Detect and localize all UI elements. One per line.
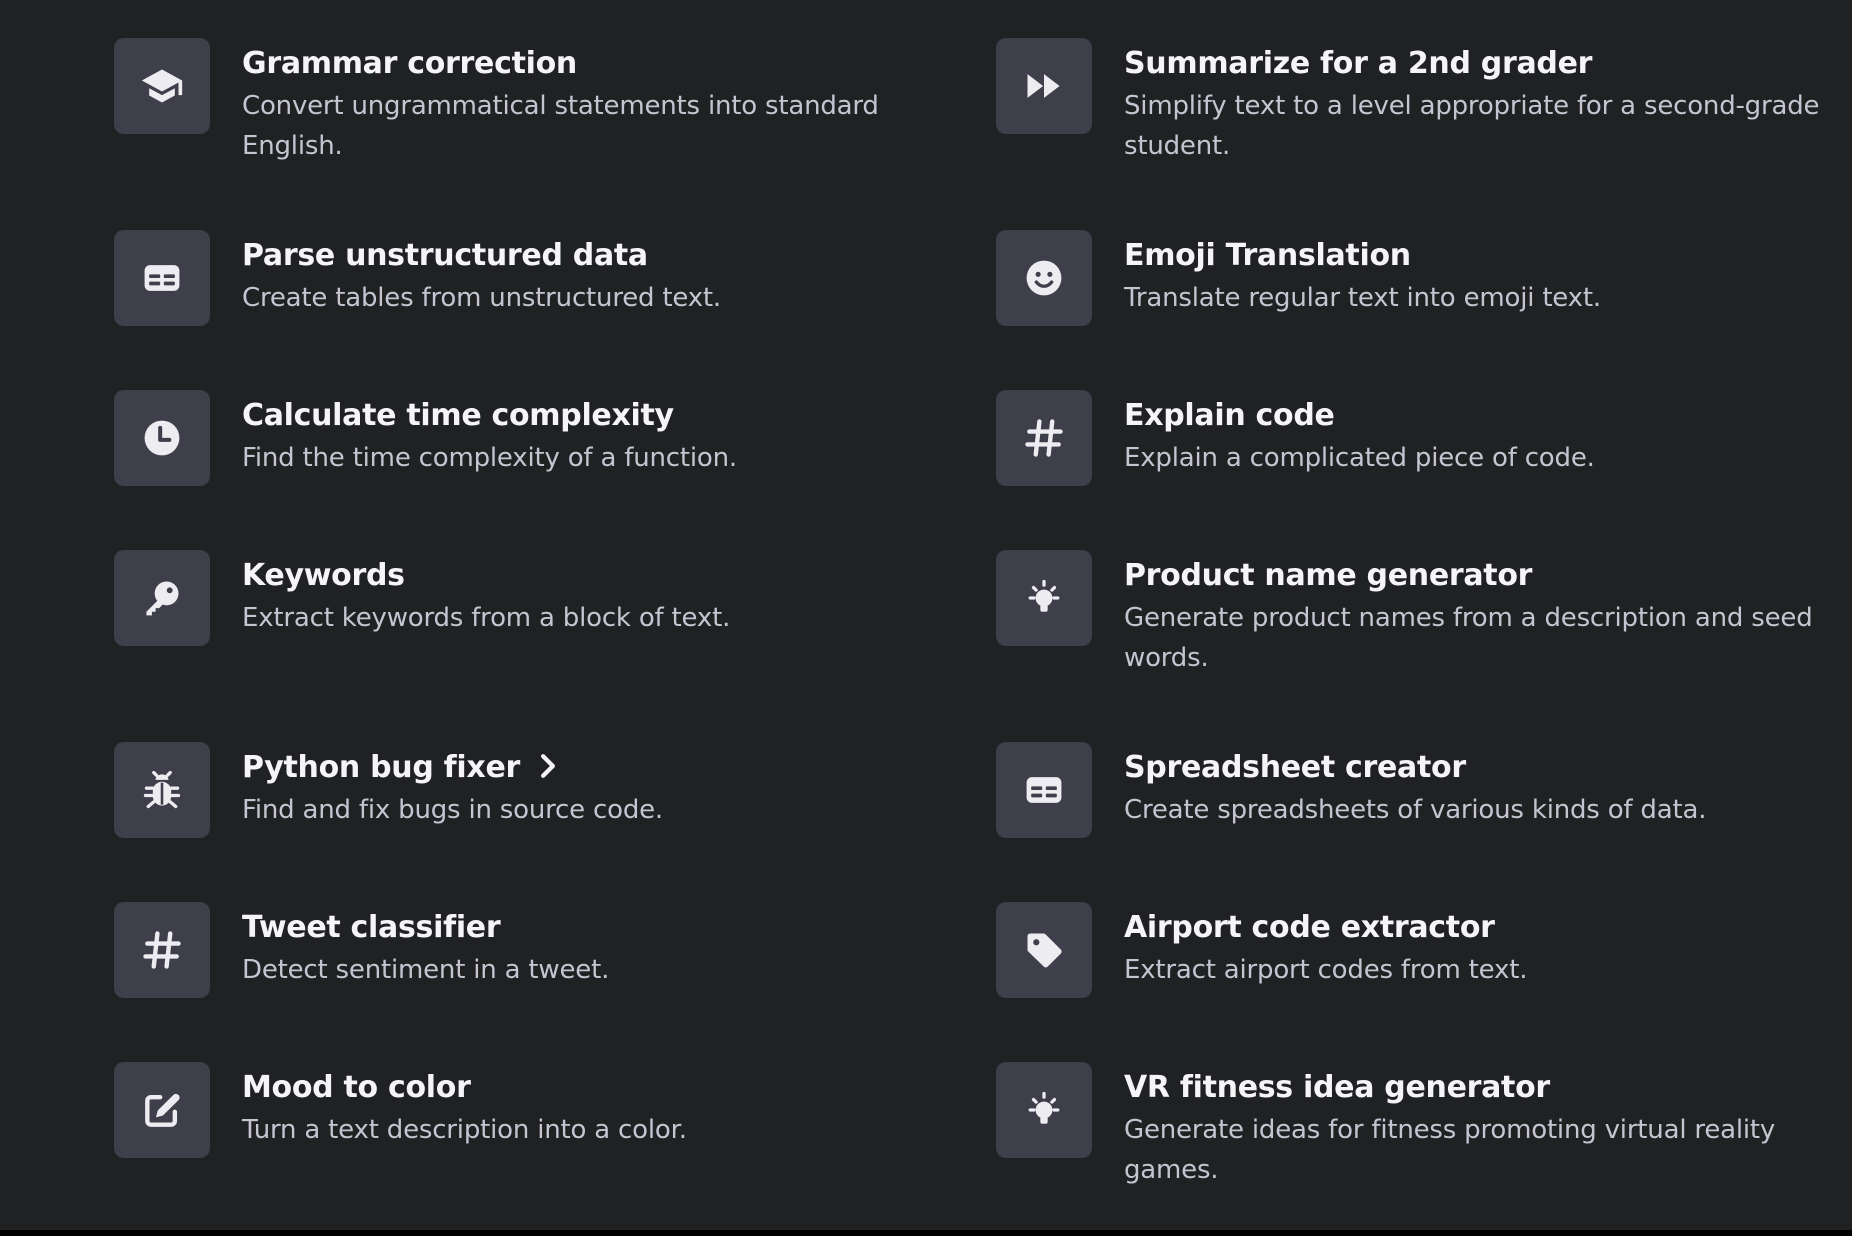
bug-icon — [140, 768, 184, 812]
example-mood-to-color[interactable]: Mood to color Turn a text description in… — [114, 1062, 874, 1162]
example-icon-tile — [996, 742, 1092, 838]
example-title-text: Python bug fixer — [242, 750, 520, 785]
lightbulb-icon — [1022, 1088, 1066, 1132]
table-icon — [1022, 768, 1066, 812]
example-title: Tweet classifier — [242, 910, 501, 945]
hashtag-icon — [1022, 416, 1066, 460]
example-title: Keywords — [242, 558, 405, 593]
example-icon-tile — [996, 550, 1092, 646]
example-parse-unstructured-data[interactable]: Parse unstructured data Create tables fr… — [114, 230, 874, 330]
example-title: Python bug fixer — [242, 748, 558, 788]
example-icon-tile — [114, 38, 210, 134]
example-title: Mood to color — [242, 1070, 471, 1105]
example-title: Airport code extractor — [1124, 910, 1495, 945]
example-icon-tile — [114, 390, 210, 486]
example-python-bug-fixer[interactable]: Python bug fixer Find and fix bugs in so… — [114, 742, 874, 842]
example-spreadsheet-creator[interactable]: Spreadsheet creator Create spreadsheets … — [996, 742, 1826, 842]
example-airport-code-extractor[interactable]: Airport code extractor Extract airport c… — [996, 902, 1826, 1002]
example-grammar-correction[interactable]: Grammar correction Convert ungrammatical… — [114, 38, 879, 178]
example-calculate-time-complexity[interactable]: Calculate time complexity Find the time … — [114, 390, 874, 490]
example-description: Explain a complicated piece of code. — [1124, 443, 1595, 473]
example-title: Emoji Translation — [1124, 238, 1411, 273]
example-description: Detect sentiment in a tweet. — [242, 955, 610, 985]
example-title: Grammar correction — [242, 46, 577, 81]
example-description: Create spreadsheets of various kinds of … — [1124, 795, 1707, 825]
edit-icon — [140, 1088, 184, 1132]
example-emoji-translation[interactable]: Emoji Translation Translate regular text… — [996, 230, 1826, 330]
example-title: Spreadsheet creator — [1124, 750, 1466, 785]
example-icon-tile — [114, 902, 210, 998]
example-icon-tile — [996, 390, 1092, 486]
example-summarize-2nd-grader[interactable]: Summarize for a 2nd grader Simplify text… — [996, 38, 1826, 178]
example-icon-tile — [114, 1062, 210, 1158]
graduation-cap-icon — [140, 64, 184, 108]
example-title: Summarize for a 2nd grader — [1124, 46, 1593, 81]
example-vr-fitness-idea-generator[interactable]: VR fitness idea generator Generate ideas… — [996, 1062, 1826, 1202]
example-description: Find the time complexity of a function. — [242, 443, 737, 473]
fast-forward-icon — [1022, 64, 1066, 108]
example-description: Generate product names from a descriptio… — [1124, 603, 1813, 673]
example-icon-tile — [114, 742, 210, 838]
key-icon — [140, 576, 184, 620]
example-icon-tile — [996, 1062, 1092, 1158]
clock-icon — [140, 416, 184, 460]
example-description: Turn a text description into a color. — [242, 1115, 687, 1145]
example-title: Calculate time complexity — [242, 398, 674, 433]
example-tweet-classifier[interactable]: Tweet classifier Detect sentiment in a t… — [114, 902, 874, 1002]
example-title: VR fitness idea generator — [1124, 1070, 1550, 1105]
chevron-right-icon — [538, 753, 558, 779]
example-description: Extract airport codes from text. — [1124, 955, 1528, 985]
table-icon — [140, 256, 184, 300]
example-description: Convert ungrammatical statements into st… — [242, 91, 879, 161]
example-title: Product name generator — [1124, 558, 1533, 593]
example-description: Generate ideas for fitness promoting vir… — [1124, 1115, 1776, 1185]
example-description: Create tables from unstructured text. — [242, 283, 721, 313]
example-description: Extract keywords from a block of text. — [242, 603, 731, 633]
example-icon-tile — [114, 230, 210, 326]
examples-grid: Grammar correction Convert ungrammatical… — [0, 0, 1852, 1230]
example-keywords[interactable]: Keywords Extract keywords from a block o… — [114, 550, 874, 650]
lightbulb-icon — [1022, 576, 1066, 620]
example-icon-tile — [996, 230, 1092, 326]
example-title: Parse unstructured data — [242, 238, 648, 273]
example-description: Simplify text to a level appropriate for… — [1124, 91, 1820, 161]
example-icon-tile — [996, 38, 1092, 134]
smiley-icon — [1022, 256, 1066, 300]
example-description: Find and fix bugs in source code. — [242, 795, 663, 825]
example-description: Translate regular text into emoji text. — [1124, 283, 1601, 313]
example-title: Explain code — [1124, 398, 1335, 433]
example-explain-code[interactable]: Explain code Explain a complicated piece… — [996, 390, 1826, 490]
hashtag-icon — [140, 928, 184, 972]
example-icon-tile — [996, 902, 1092, 998]
example-icon-tile — [114, 550, 210, 646]
bottom-divider — [0, 1230, 1852, 1236]
example-product-name-generator[interactable]: Product name generator Generate product … — [996, 550, 1826, 690]
tag-icon — [1022, 928, 1066, 972]
